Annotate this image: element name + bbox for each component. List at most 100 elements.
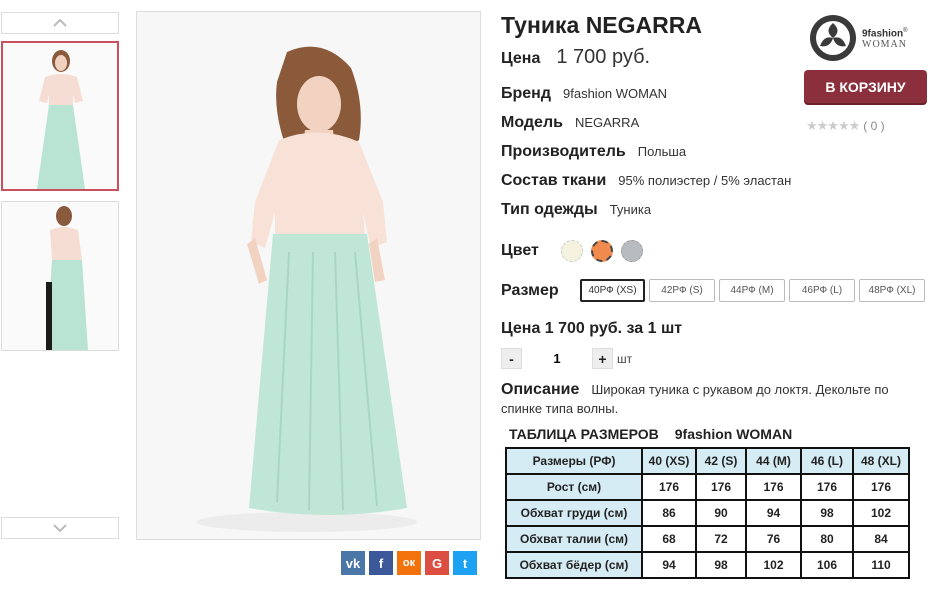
table-row-header: Обхват груди (см): [505, 499, 643, 527]
size-table-header: 48 (XL): [852, 447, 910, 475]
color-swatch-cream[interactable]: [561, 240, 583, 262]
size-option-40[interactable]: 40РФ (XS): [580, 279, 645, 302]
size-option-44[interactable]: 44РФ (M): [719, 279, 785, 302]
table-cell: 68: [641, 525, 697, 553]
table-cell: 84: [852, 525, 910, 553]
table-cell: 102: [745, 551, 802, 579]
brand-logo-name: 9fashion: [862, 28, 904, 40]
twitter-icon[interactable]: t: [453, 551, 477, 575]
product-photo: [137, 12, 480, 539]
unit-price: Цена 1 700 руб. за 1 шт: [501, 320, 683, 337]
attribute-fabric: Состав ткани 95% полиэстер / 5% эластан: [501, 172, 791, 190]
registered-mark: ®: [903, 27, 908, 34]
table-cell: 176: [695, 473, 747, 501]
size-label: Размер: [501, 281, 559, 299]
size-option-46[interactable]: 46РФ (L): [789, 279, 855, 302]
size-table-header: 46 (L): [800, 447, 854, 475]
attribute-model: Модель NEGARRA: [501, 114, 639, 132]
thumbnail-image-front: [3, 43, 117, 189]
rating-count: ( 0 ): [863, 119, 885, 133]
price-row: Цена 1 700 руб.: [501, 46, 650, 69]
table-row: Обхват груди (см) 86 90 94 98 102: [505, 499, 910, 527]
attribute-label: Состав ткани: [501, 172, 607, 189]
quantity-input[interactable]: [522, 348, 592, 369]
attribute-label: Бренд: [501, 85, 551, 102]
rating-stars-icon: ★★★★★: [806, 118, 860, 133]
size-table-header: 44 (M): [745, 447, 802, 475]
table-cell: 98: [695, 551, 747, 579]
facebook-icon[interactable]: f: [369, 551, 393, 575]
table-cell: 80: [800, 525, 854, 553]
product-main-image[interactable]: [136, 11, 481, 540]
product-rating[interactable]: ★★★★★ ( 0 ): [806, 118, 885, 134]
product-thumbnail-front[interactable]: [1, 41, 119, 191]
size-table-header: 40 (XS): [641, 447, 697, 475]
product-description: Описание Широкая туника с рукавом до локт…: [501, 380, 911, 418]
attribute-value: Туника: [609, 202, 652, 217]
product-thumbnail-back[interactable]: [1, 201, 119, 351]
table-row: Обхват талии (см) 68 72 76 80 84: [505, 525, 910, 553]
quantity-decrease-button[interactable]: -: [501, 348, 522, 369]
table-row-header: Обхват бёдер (см): [505, 551, 643, 579]
attribute-label: Модель: [501, 114, 563, 131]
thumbnail-image-back: [2, 202, 118, 350]
price-value: 1 700 руб.: [556, 46, 651, 68]
attribute-value: NEGARRA: [574, 115, 640, 130]
size-selector: Размер 40РФ (XS) 42РФ (S) 44РФ (M) 46РФ …: [501, 279, 929, 302]
table-cell: 102: [852, 499, 910, 527]
table-cell: 94: [641, 551, 697, 579]
size-table-header: 42 (S): [695, 447, 747, 475]
add-to-cart-button[interactable]: В КОРЗИНУ: [804, 70, 927, 103]
table-cell: 86: [641, 499, 697, 527]
attribute-label: Производитель: [501, 143, 626, 160]
product-title: Туника NEGARRA: [501, 12, 702, 38]
attribute-manufacturer: Производитель Польша: [501, 143, 686, 161]
chevron-down-icon: [53, 524, 67, 533]
table-cell: 106: [800, 551, 854, 579]
size-table-header-row: Размеры (РФ) 40 (XS) 42 (S) 44 (M) 46 (L…: [505, 447, 910, 475]
color-swatch-gray[interactable]: [621, 240, 643, 262]
attribute-value: 95% полиэстер / 5% эластан: [618, 173, 792, 188]
quantity-unit: шт: [617, 351, 633, 366]
table-cell: 94: [745, 499, 802, 527]
brand-logo-sub: WOMAN: [862, 39, 907, 51]
table-cell: 98: [800, 499, 854, 527]
attribute-value: 9fashion WOMAN: [563, 86, 668, 101]
table-row: Рост (см) 176 176 176 176 176: [505, 473, 910, 501]
size-table-title: ТАБЛИЦА РАЗМЕРОВ 9fashion WOMAN: [509, 426, 792, 442]
size-table-header: Размеры (РФ): [505, 447, 643, 475]
table-cell: 176: [745, 473, 802, 501]
vk-icon[interactable]: vk: [341, 551, 365, 575]
size-option-48[interactable]: 48РФ (XL): [859, 279, 925, 302]
thumbnail-scroll-up-button[interactable]: [1, 12, 119, 34]
odnoklassniki-icon[interactable]: ок: [397, 551, 421, 575]
table-cell: 72: [695, 525, 747, 553]
color-swatch-orange[interactable]: [591, 240, 613, 262]
table-row-header: Рост (см): [505, 473, 643, 501]
quantity-stepper: - + шт: [501, 348, 632, 369]
attribute-brand: Бренд 9fashion WOMAN: [501, 85, 667, 103]
attribute-value: Польша: [637, 144, 687, 159]
chevron-up-icon: [53, 18, 67, 27]
quantity-increase-button[interactable]: +: [592, 348, 613, 369]
brand-logo-mark: [810, 15, 856, 61]
description-label: Описание: [501, 381, 580, 398]
table-cell: 176: [800, 473, 854, 501]
table-cell: 176: [641, 473, 697, 501]
size-option-42[interactable]: 42РФ (S): [649, 279, 715, 302]
table-cell: 76: [745, 525, 802, 553]
thumbnail-scroll-down-button[interactable]: [1, 517, 119, 539]
color-label: Цвет: [501, 242, 539, 259]
table-row: Обхват бёдер (см) 94 98 102 106 110: [505, 551, 910, 579]
table-cell: 176: [852, 473, 910, 501]
size-table-brand: 9fashion WOMAN: [674, 426, 793, 442]
size-table-heading: ТАБЛИЦА РАЗМЕРОВ: [509, 426, 659, 442]
google-plus-icon[interactable]: G: [425, 551, 449, 575]
color-selector: Цвет: [501, 240, 651, 262]
brand-logo[interactable]: 9fashion® WOMAN: [808, 12, 918, 64]
table-cell: 90: [695, 499, 747, 527]
table-row-header: Обхват талии (см): [505, 525, 643, 553]
social-share-bar: vk f ок G t: [341, 551, 477, 575]
table-cell: 110: [852, 551, 910, 579]
attribute-label: Тип одежды: [501, 201, 598, 218]
